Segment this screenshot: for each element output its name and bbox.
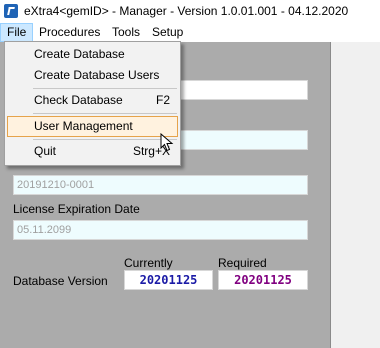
menu-item-label: Quit	[34, 144, 57, 158]
license-expiration-field[interactable]: 05.11.2099	[13, 220, 308, 240]
current-version-value: 20201125	[124, 270, 213, 290]
menu-separator	[33, 113, 177, 114]
menu-bar: File Procedures Tools Setup	[0, 23, 380, 42]
title-bar: eXtra4<gemID> - Manager - Version 1.0.01…	[0, 0, 380, 23]
menu-setup[interactable]: Setup	[146, 23, 189, 42]
menu-item-create-database[interactable]: Create Database	[7, 44, 178, 65]
menu-item-label: Create Database Users	[34, 68, 160, 82]
menu-tools[interactable]: Tools	[106, 23, 146, 42]
license-expiration-label: License Expiration Date	[13, 202, 140, 216]
menu-separator	[33, 88, 177, 89]
mouse-pointer-icon	[160, 133, 174, 152]
menu-separator	[33, 139, 177, 140]
menu-item-label: Create Database	[34, 47, 125, 61]
menu-item-create-database-users[interactable]: Create Database Users	[7, 65, 178, 86]
menu-item-quit[interactable]: Quit Strg+X	[7, 141, 178, 162]
required-label: Required	[218, 256, 267, 270]
app-icon	[4, 4, 18, 18]
right-panel	[330, 42, 380, 348]
license-number-field[interactable]: 20191210-0001	[13, 175, 308, 195]
menu-item-user-management[interactable]: User Management	[7, 116, 178, 137]
menu-item-shortcut: F2	[155, 93, 170, 107]
required-version-value: 20201125	[218, 270, 308, 290]
currently-label: Currently	[124, 256, 173, 270]
database-version-label: Database Version	[13, 274, 108, 288]
menu-item-label: User Management	[34, 119, 133, 133]
menu-procedures[interactable]: Procedures	[33, 23, 106, 42]
menu-file[interactable]: File	[0, 23, 34, 42]
menu-item-check-database[interactable]: Check Database F2	[7, 90, 178, 111]
window-title: eXtra4<gemID> - Manager - Version 1.0.01…	[24, 4, 349, 18]
menu-item-label: Check Database	[34, 93, 123, 107]
file-dropdown-menu: Create Database Create Database Users Ch…	[4, 41, 181, 166]
